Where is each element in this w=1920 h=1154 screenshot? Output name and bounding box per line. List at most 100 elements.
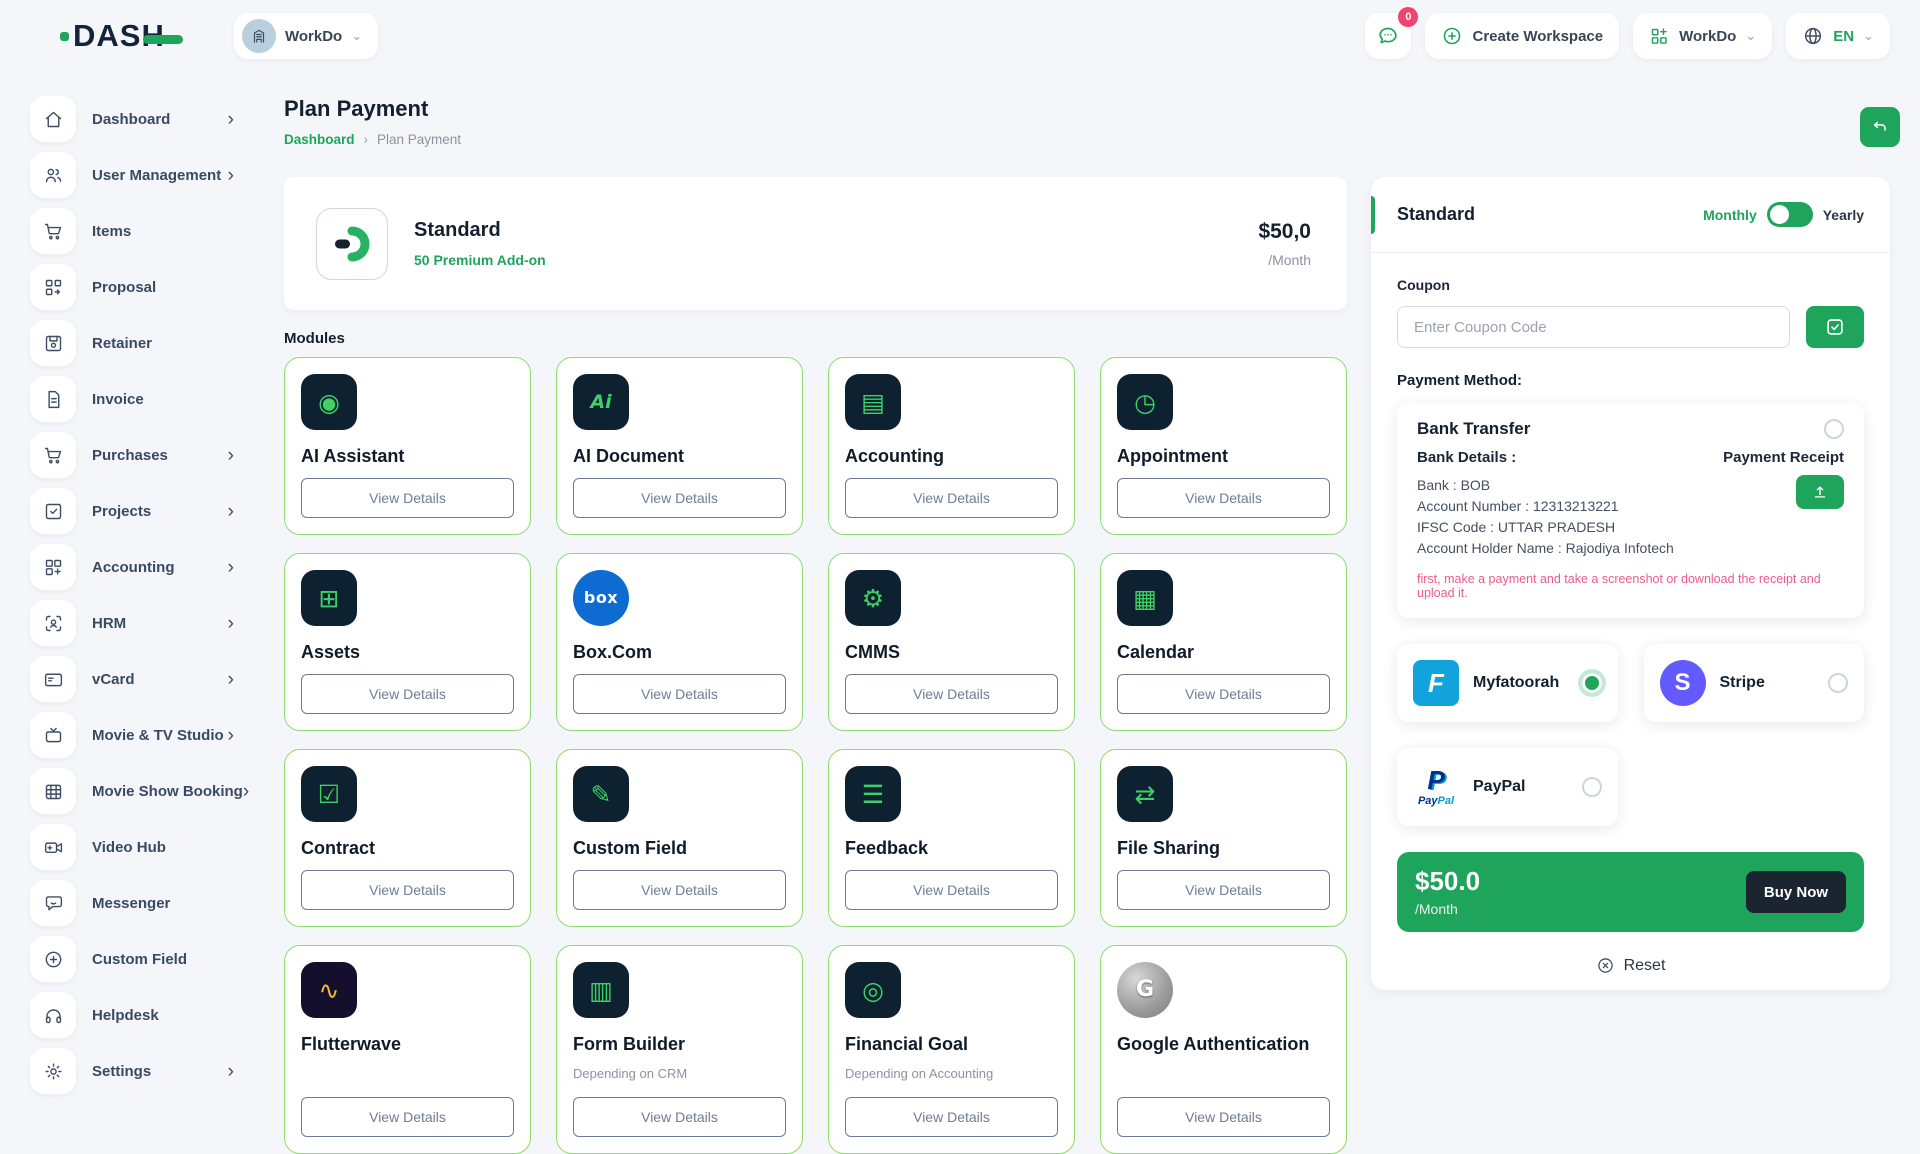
gateway-stripe[interactable]: S Stripe [1644, 644, 1865, 722]
modules-heading: Modules [284, 330, 345, 347]
gateway-myfatoorah[interactable]: F Myfatoorah [1397, 644, 1618, 722]
module-card-form-builder: ▥ Form Builder Depending on CRM View Det… [556, 945, 803, 1154]
box-com-icon: box [573, 570, 629, 626]
ai-assistant-icon: ◉ [301, 374, 357, 430]
view-details-button[interactable]: View Details [845, 674, 1058, 714]
assets-icon: ⊞ [301, 570, 357, 626]
upload-receipt-button[interactable] [1796, 475, 1844, 509]
breadcrumb-dashboard-link[interactable]: Dashboard [284, 132, 355, 147]
view-details-button[interactable]: View Details [301, 674, 514, 714]
top-header: DASH WorkDo ⌄ 0 Create Workspace WorkDo … [0, 0, 1920, 72]
sidebar-item-invoice[interactable]: Invoice [30, 376, 234, 422]
upload-icon [1811, 483, 1829, 501]
sidebar-item-purchases[interactable]: Purchases › [30, 432, 234, 478]
plan-name: Standard [414, 219, 546, 242]
coupon-input[interactable] [1397, 306, 1790, 348]
plan-logo [316, 208, 388, 280]
workdo-menu-button[interactable]: WorkDo ⌄ [1633, 13, 1772, 59]
bank-transfer-radio[interactable] [1824, 419, 1844, 439]
calendar-icon: ▦ [1117, 570, 1173, 626]
flutterwave-icon: ∿ [301, 962, 357, 1018]
sidebar-item-settings[interactable]: Settings › [30, 1048, 234, 1094]
module-card-cmms: ⚙ CMMS View Details [828, 553, 1075, 731]
page-title: Plan Payment [284, 96, 428, 122]
bank-details-label: Bank Details : [1417, 449, 1516, 466]
chevron-down-icon: ⌄ [351, 28, 362, 44]
view-details-button[interactable]: View Details [845, 478, 1058, 518]
gear-icon [43, 1061, 64, 1082]
module-card-contract: ☑ Contract View Details [284, 749, 531, 927]
return-arrow-icon [1870, 117, 1890, 137]
view-details-button[interactable]: View Details [1117, 1097, 1330, 1137]
view-details-button[interactable]: View Details [573, 870, 786, 910]
module-card-assets: ⊞ Assets View Details [284, 553, 531, 731]
create-workspace-button[interactable]: Create Workspace [1425, 13, 1619, 59]
premium-addon-link[interactable]: 50 Premium Add-on [414, 252, 546, 268]
sidebar-item-messenger[interactable]: Messenger [30, 880, 234, 926]
view-details-button[interactable]: View Details [1117, 870, 1330, 910]
bank-transfer-card[interactable]: Bank Transfer Bank Details : Payment Rec… [1397, 403, 1864, 618]
breadcrumb-current: Plan Payment [377, 132, 461, 147]
sidebar-item-video-hub[interactable]: Video Hub [30, 824, 234, 870]
accent-bar [1371, 196, 1375, 234]
myfatoorah-radio-selected[interactable] [1582, 673, 1602, 693]
sidebar-item-projects[interactable]: Projects › [30, 488, 234, 534]
view-details-button[interactable]: View Details [1117, 478, 1330, 518]
view-details-button[interactable]: View Details [301, 478, 514, 518]
gateway-paypal[interactable]: P PayPal PayPal [1397, 748, 1618, 826]
cmms-icon: ⚙ [845, 570, 901, 626]
financial-goal-icon: ◎ [845, 962, 901, 1018]
invoice-icon [43, 389, 64, 410]
sidebar-item-movie-show-booking[interactable]: Movie Show Booking › [30, 768, 234, 814]
paypal-logo: P PayPal [1413, 761, 1459, 813]
buy-now-button[interactable]: Buy Now [1746, 871, 1846, 913]
back-button[interactable] [1860, 107, 1900, 147]
sidebar-item-items[interactable]: Items [30, 208, 234, 254]
sidebar-item-movie-tv-studio[interactable]: Movie & TV Studio › [30, 712, 234, 758]
sidebar-item-retainer[interactable]: Retainer [30, 320, 234, 366]
chat-button[interactable]: 0 [1365, 13, 1411, 59]
view-details-button[interactable]: View Details [573, 1097, 786, 1137]
billing-toggle[interactable] [1767, 202, 1813, 227]
app-logo: DASH [60, 18, 183, 54]
view-details-button[interactable]: View Details [845, 1097, 1058, 1137]
billing-yearly-label[interactable]: Yearly [1823, 207, 1864, 223]
breadcrumb-separator: › [364, 132, 369, 147]
custom-field-icon: ✎ [573, 766, 629, 822]
workspace-switcher[interactable]: WorkDo ⌄ [234, 13, 378, 59]
view-details-button[interactable]: View Details [573, 478, 786, 518]
sidebar-item-dashboard[interactable]: Dashboard › [30, 96, 234, 142]
sidebar-item-vcard[interactable]: vCard › [30, 656, 234, 702]
view-details-button[interactable]: View Details [301, 870, 514, 910]
sidebar-item-proposal[interactable]: Proposal [30, 264, 234, 310]
modules-grid: ◉ AI Assistant View Details Ai AI Docume… [284, 357, 1347, 1154]
language-selector[interactable]: EN ⌄ [1786, 13, 1890, 59]
apply-coupon-button[interactable] [1806, 306, 1864, 348]
module-card-accounting: ▤ Accounting View Details [828, 357, 1075, 535]
plus-circle-icon [1441, 25, 1463, 47]
view-details-button[interactable]: View Details [301, 1097, 514, 1137]
billing-monthly-label[interactable]: Monthly [1703, 207, 1757, 223]
grid-plus-icon [1649, 26, 1670, 47]
chevron-right-icon: › [228, 558, 234, 577]
home-icon [43, 109, 64, 130]
module-card-appointment: ◷ Appointment View Details [1100, 357, 1347, 535]
feedback-icon: ☰ [845, 766, 901, 822]
film-icon [43, 781, 64, 802]
sidebar-item-custom-field[interactable]: Custom Field [30, 936, 234, 982]
sidebar-item-user-management[interactable]: User Management › [30, 152, 234, 198]
checkout-panel: Standard Monthly Yearly Coupon Payment M… [1371, 177, 1890, 990]
module-card-box-com: box Box.Com View Details [556, 553, 803, 731]
sidebar-item-accounting[interactable]: Accounting › [30, 544, 234, 590]
view-details-button[interactable]: View Details [1117, 674, 1330, 714]
view-details-button[interactable]: View Details [573, 674, 786, 714]
module-card-ai-document: Ai AI Document View Details [556, 357, 803, 535]
stripe-radio[interactable] [1828, 673, 1848, 693]
paypal-radio[interactable] [1582, 777, 1602, 797]
video-icon [43, 837, 64, 858]
file-sharing-icon: ⇄ [1117, 766, 1173, 822]
sidebar-item-helpdesk[interactable]: Helpdesk [30, 992, 234, 1038]
sidebar-item-hrm[interactable]: HRM › [30, 600, 234, 646]
reset-action[interactable]: Reset [1397, 956, 1864, 975]
view-details-button[interactable]: View Details [845, 870, 1058, 910]
